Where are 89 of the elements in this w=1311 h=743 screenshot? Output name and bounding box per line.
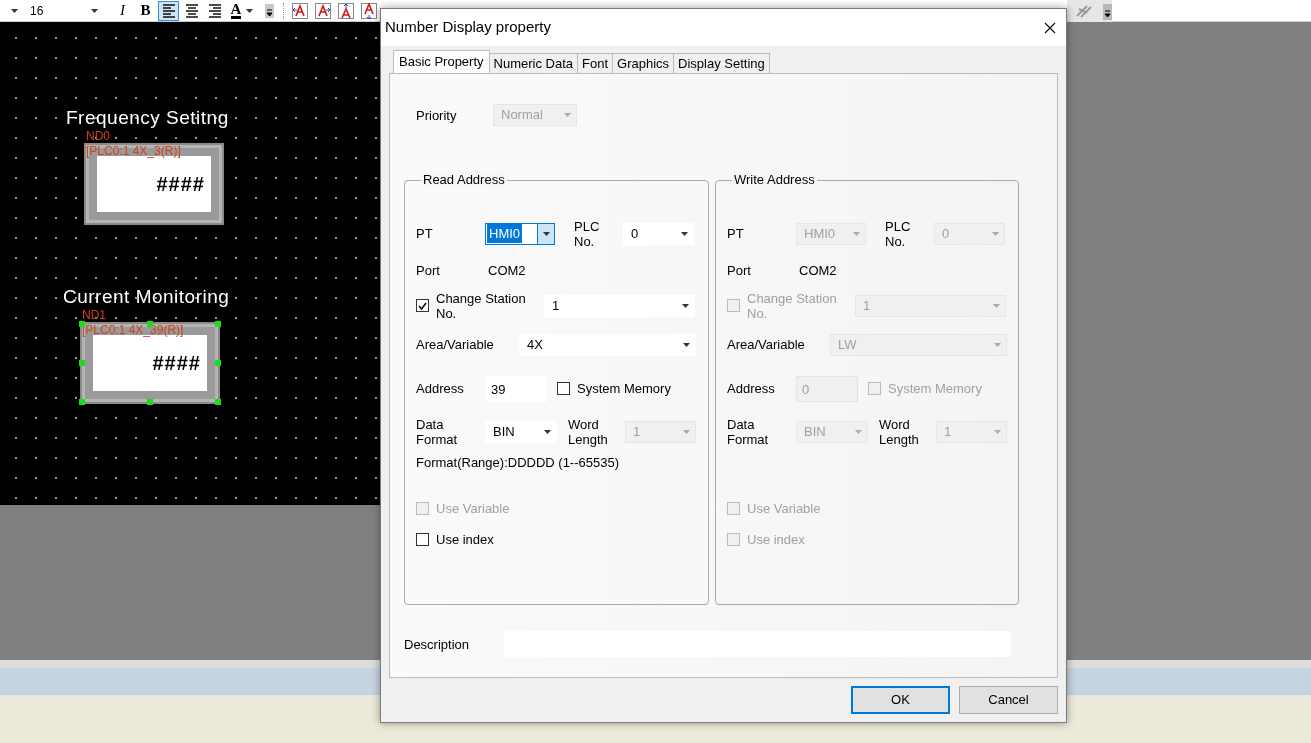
- field-label: Port: [727, 263, 752, 278]
- text-direction-icon[interactable]: [338, 2, 354, 19]
- dropdown[interactable]: HMI0: [485, 222, 555, 245]
- caret-icon: [91, 8, 98, 13]
- checkbox-label: Use index: [747, 532, 806, 547]
- selection-handle[interactable]: [215, 360, 221, 366]
- object-id: ND0: [86, 130, 110, 142]
- object-address: [PLC0:1 4X_3(R)]: [86, 145, 181, 157]
- field-label: Area/Variable: [416, 337, 495, 352]
- field-label: PLC No.: [574, 218, 601, 249]
- address-field[interactable]: 39: [485, 375, 547, 402]
- selection-handle[interactable]: [79, 360, 85, 366]
- align-left-button[interactable]: [158, 0, 179, 21]
- checkbox[interactable]: [557, 382, 570, 395]
- field-label: Word Length: [568, 416, 609, 447]
- italic-button[interactable]: I: [112, 0, 133, 21]
- dropdown[interactable]: BIN: [485, 420, 557, 443]
- text-direction-icon[interactable]: [361, 2, 377, 19]
- checkbox-label: Use Variable: [747, 501, 822, 516]
- field-label: Area/Variable: [727, 337, 806, 352]
- display-value: ####: [152, 351, 201, 376]
- caret-icon: [683, 429, 690, 434]
- object-address: [PLC0:1 4X_39(R)]: [82, 324, 184, 336]
- format-range-text: Format(Range):DDDDD (1--65535): [416, 453, 619, 472]
- field-label: Description: [404, 636, 471, 652]
- overflow-icon[interactable]: [265, 3, 274, 18]
- caret-icon: [994, 429, 1001, 434]
- caret-icon: [11, 8, 18, 13]
- object-title: Frequency Setitng: [66, 108, 229, 127]
- field-label: Address: [416, 381, 465, 396]
- field-label: Address: [727, 381, 776, 396]
- tab[interactable]: Graphics: [612, 53, 675, 73]
- field-label: Priority: [416, 107, 458, 123]
- checkbox-label: Change Station No.: [436, 290, 527, 321]
- tab[interactable]: Basic Property: [393, 50, 490, 73]
- dropdown[interactable]: 1: [544, 294, 695, 317]
- text-direction-icon[interactable]: [292, 2, 308, 19]
- checkbox-label: System Memory: [577, 381, 672, 396]
- field-label: Port: [416, 263, 441, 278]
- port-value: COM2: [488, 261, 526, 280]
- checkbox-label: Change Station No.: [747, 290, 838, 321]
- caret-icon: [853, 231, 860, 236]
- selection-handle[interactable]: [79, 321, 85, 327]
- close-icon[interactable]: [1044, 21, 1056, 34]
- caret-icon: [992, 231, 999, 236]
- selection-handle[interactable]: [147, 399, 153, 405]
- align-icon: [184, 2, 199, 19]
- object-title: Current Monitoring: [63, 287, 230, 306]
- checkbox-label: Use Variable: [436, 501, 511, 516]
- selection-handle[interactable]: [215, 399, 221, 405]
- tab[interactable]: Display Setting: [673, 53, 770, 73]
- field-label: Word Length: [879, 416, 920, 447]
- checkbox-label: System Memory: [888, 381, 983, 396]
- checkmark-icon: [418, 301, 427, 310]
- caret-icon: [542, 231, 550, 236]
- font-color-button[interactable]: A: [227, 0, 257, 21]
- field-label: PT: [727, 226, 745, 241]
- checkbox[interactable]: [416, 299, 429, 312]
- caret-icon: [855, 429, 862, 434]
- caret-icon: [246, 8, 254, 13]
- selection-handle[interactable]: [147, 321, 153, 327]
- display-value: ####: [156, 172, 205, 197]
- cancel-button[interactable]: Cancel: [959, 686, 1058, 714]
- ok-button[interactable]: OK: [851, 686, 950, 714]
- align-icon: [207, 2, 222, 19]
- field-label: Data Format: [727, 416, 770, 447]
- field-label: PLC No.: [885, 218, 912, 249]
- caret-icon: [994, 342, 1001, 347]
- field-label: Data Format: [416, 416, 459, 447]
- field-label: PT: [416, 226, 434, 241]
- toolbar-overflow-icon[interactable]: [1067, 0, 1112, 22]
- checkbox[interactable]: [416, 533, 429, 546]
- checkbox-label: Use index: [436, 532, 495, 547]
- caret-icon: [681, 231, 688, 236]
- caret-icon: [682, 303, 689, 308]
- caret-icon: [683, 342, 690, 347]
- selection-handle[interactable]: [79, 399, 85, 405]
- bold-button[interactable]: B: [135, 0, 156, 21]
- align-icon: [161, 2, 176, 19]
- dialog-title: Number Display property: [385, 17, 551, 38]
- selection-handle[interactable]: [215, 321, 221, 327]
- dropdown[interactable]: 4X: [519, 333, 696, 356]
- port-value: COM2: [799, 261, 837, 280]
- object-id: ND1: [82, 309, 106, 321]
- caret-icon: [993, 303, 1000, 308]
- caret-icon: [544, 429, 551, 434]
- text-direction-icon[interactable]: [315, 2, 331, 19]
- caret-icon: [564, 113, 571, 117]
- dropdown[interactable]: 0: [623, 222, 694, 245]
